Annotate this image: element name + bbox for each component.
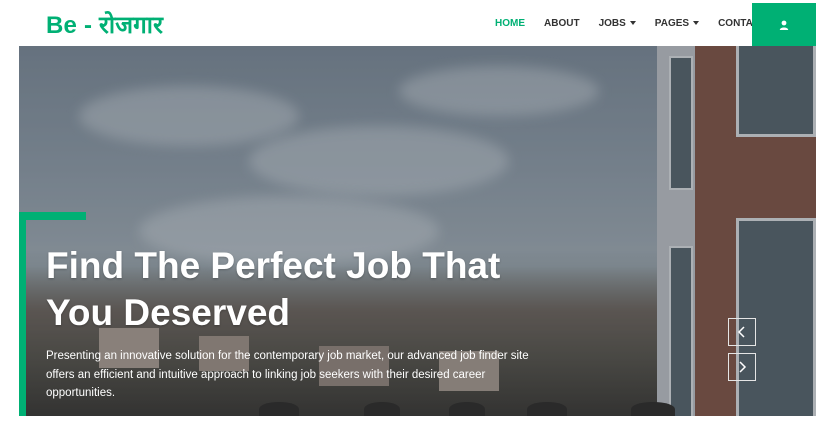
navbar: Be - रोजगार HOME ABOUT JOBS PAGES CONTAC…	[19, 0, 816, 46]
page-frame: Be - रोजगार HOME ABOUT JOBS PAGES CONTAC…	[19, 0, 816, 416]
hero-headline-line2: You Deserved	[46, 292, 291, 333]
hero-person	[364, 402, 400, 416]
nav-pages-dropdown[interactable]: PAGES	[654, 17, 700, 29]
hero-person	[259, 402, 299, 416]
hero-accent-bar-left	[19, 212, 26, 416]
nav-about-label: ABOUT	[544, 17, 580, 29]
hero-headline: Find The Perfect Job That You Deserved	[46, 242, 586, 336]
hero-description: Presenting an innovative solution for th…	[46, 350, 529, 399]
hero-person	[449, 402, 485, 416]
hero-person	[527, 402, 567, 416]
nav-home[interactable]: HOME	[495, 18, 525, 29]
nav-jobs-label: JOBS	[598, 17, 626, 29]
nav-about[interactable]: ABOUT	[544, 18, 580, 29]
chevron-right-icon	[739, 361, 747, 373]
hero-headline-line1: Find The Perfect Job That	[46, 245, 501, 286]
nav-jobs-dropdown[interactable]: JOBS	[599, 18, 636, 29]
hero-banner: Find The Perfect Job That You Deserved P…	[19, 46, 816, 416]
chevron-down-icon	[629, 21, 636, 25]
brand-logo[interactable]: Be - रोजगार	[46, 8, 163, 41]
chevron-down-icon	[693, 21, 700, 25]
hero-person	[631, 402, 675, 416]
carousel-prev-button[interactable]	[728, 318, 756, 346]
carousel-next-button[interactable]	[728, 353, 756, 381]
user-button[interactable]	[752, 3, 816, 46]
nav-pages-label: PAGES	[654, 17, 690, 29]
nav-menu: HOME ABOUT JOBS PAGES CONTACT	[495, 0, 785, 46]
nav-home-label: HOME	[495, 17, 525, 29]
chevron-left-icon	[737, 326, 745, 338]
hero-accent-bar-top	[19, 212, 86, 220]
user-icon	[779, 20, 789, 30]
